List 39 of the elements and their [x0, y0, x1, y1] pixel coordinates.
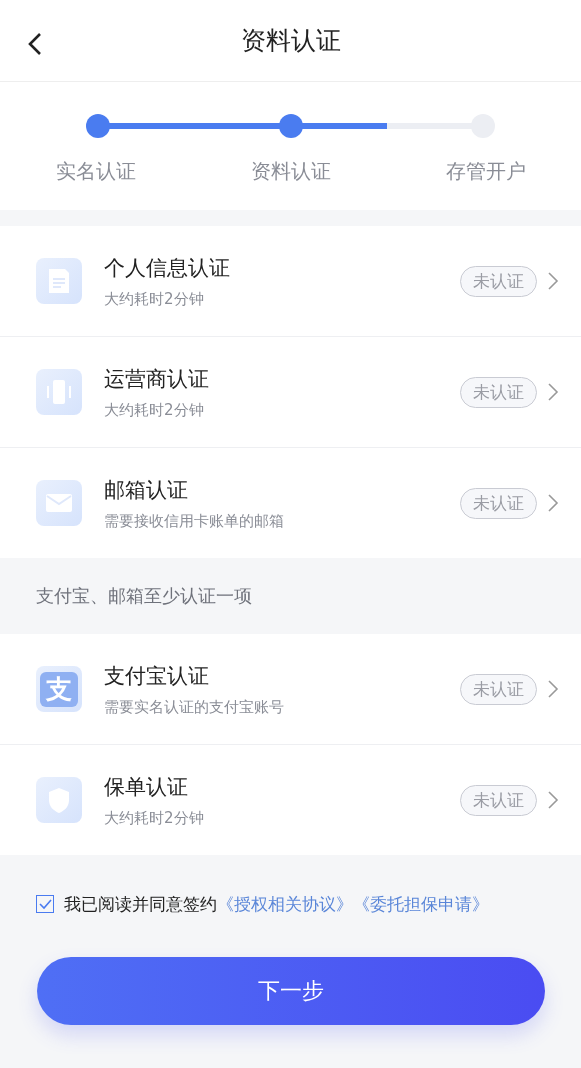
verification-item[interactable]: 支 支付宝认证 需要实名认证的支付宝账号 未认证	[0, 634, 581, 745]
item-title: 个人信息认证	[104, 254, 231, 282]
item-title: 保单认证	[104, 773, 189, 801]
page-title: 资料认证	[240, 25, 341, 57]
next-step-button[interactable]: 下一步	[36, 957, 545, 1025]
mail-icon	[36, 480, 82, 526]
chevron-right-icon	[547, 679, 559, 699]
item-subtitle: 大约耗时2分钟	[104, 289, 205, 309]
payment-logo-icon: 支	[36, 666, 82, 712]
verification-item[interactable]: 个人信息认证 大约耗时2分钟 未认证	[0, 226, 581, 337]
item-subtitle: 大约耗时2分钟	[104, 808, 205, 828]
chevron-right-icon	[547, 493, 559, 513]
chevron-right-icon	[547, 382, 559, 402]
item-title: 运营商认证	[104, 365, 210, 393]
verification-item[interactable]: 邮箱认证 需要接收信用卡账单的邮箱 未认证	[0, 448, 581, 558]
chevron-right-icon	[547, 271, 559, 291]
status-badge: 未认证	[460, 265, 537, 297]
status-badge: 未认证	[460, 673, 537, 705]
verification-item[interactable]: 保单认证 大约耗时2分钟 未认证	[0, 745, 581, 855]
shield-icon	[36, 777, 82, 823]
step-label: 存管开户	[446, 158, 526, 185]
status-badge: 未认证	[460, 784, 537, 816]
item-subtitle: 需要实名认证的支付宝账号	[104, 697, 285, 717]
agreement-text: 我已阅读并同意签约	[64, 892, 217, 916]
step-label: 资料认证	[251, 158, 331, 185]
chevron-right-icon	[547, 790, 559, 810]
document-icon	[36, 258, 82, 304]
step-label: 实名认证	[56, 158, 136, 185]
item-subtitle: 大约耗时2分钟	[104, 400, 205, 420]
back-icon	[28, 32, 42, 56]
group-note: 支付宝、邮箱至少认证一项	[35, 584, 253, 608]
status-badge: 未认证	[460, 487, 537, 519]
agreement-checkbox[interactable]	[36, 895, 54, 913]
phone-icon	[36, 369, 82, 415]
item-title: 支付宝认证	[104, 662, 210, 690]
item-subtitle: 需要接收信用卡账单的邮箱	[104, 511, 285, 531]
status-badge: 未认证	[460, 376, 537, 408]
item-title: 邮箱认证	[104, 476, 189, 504]
verification-item[interactable]: 运营商认证 大约耗时2分钟 未认证	[0, 337, 581, 448]
